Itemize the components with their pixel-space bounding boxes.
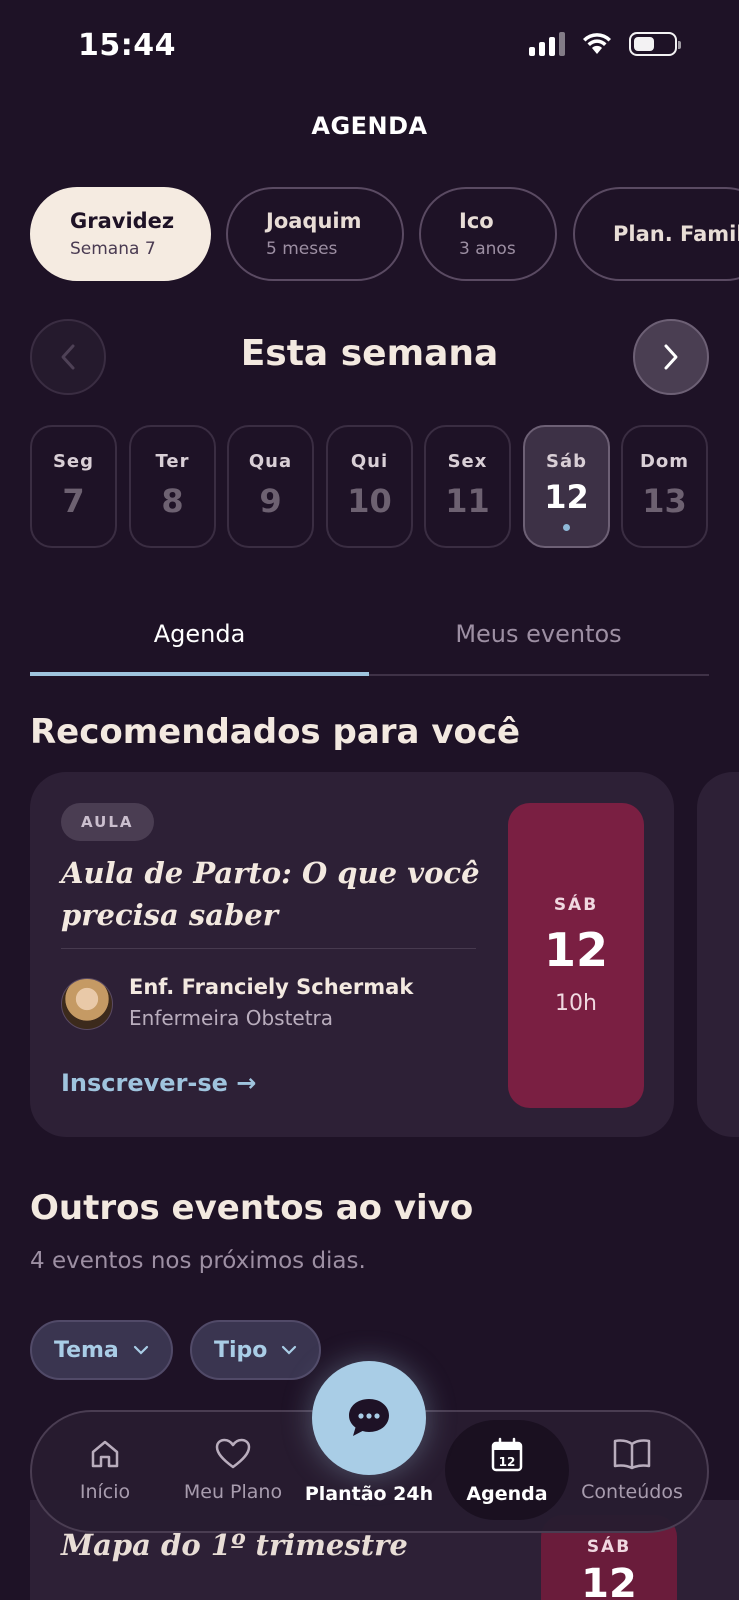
day-name: Sáb <box>546 451 587 472</box>
wifi-icon <box>583 33 611 54</box>
event-hour: 10h <box>555 991 597 1016</box>
nav-agenda[interactable]: 12 Agenda <box>447 1437 567 1505</box>
book-icon <box>613 1439 651 1470</box>
profile-name: Gravidez <box>70 209 175 233</box>
day-name: Sex <box>447 451 488 472</box>
plantao-24h-label[interactable]: Plantão 24h <box>289 1483 449 1505</box>
chat-bubble-icon <box>349 1399 389 1436</box>
event-date-box: SÁB 12 10h <box>508 803 644 1108</box>
event-type-badge: AULA <box>61 803 154 841</box>
next-week-button[interactable] <box>633 319 709 395</box>
event-title: Aula de Parto: O que você precisa saber <box>61 856 480 932</box>
profile-sub: Semana 7 <box>70 239 156 259</box>
day-seg[interactable]: Seg 7 <box>30 425 117 548</box>
day-name: Ter <box>155 451 190 472</box>
live-event-weekday: SÁB <box>586 1537 632 1557</box>
nav-label: Conteúdos <box>581 1481 683 1503</box>
speaker-role: Enfermeira Obstetra <box>129 1006 334 1030</box>
day-number: 7 <box>62 482 85 520</box>
day-number: 10 <box>347 482 392 520</box>
heart-icon <box>215 1438 251 1469</box>
live-event-title: Mapa do 1º trimestre <box>61 1528 408 1562</box>
home-icon <box>91 1440 119 1468</box>
status-icons <box>529 32 681 56</box>
day-number: 9 <box>259 482 282 520</box>
chevron-right-icon <box>664 344 678 370</box>
nav-label: Meu Plano <box>183 1481 283 1503</box>
live-event-day: 12 <box>581 1561 637 1600</box>
day-number: 12 <box>544 478 589 516</box>
tab-meus-eventos[interactable]: Meus eventos <box>369 620 708 648</box>
calendar-icon-day: 12 <box>499 1455 516 1469</box>
page-title: AGENDA <box>311 112 428 140</box>
event-day: 12 <box>543 923 608 977</box>
day-name: Qua <box>248 451 293 472</box>
profile-chip-plan-familiar[interactable]: Plan. Famili <box>573 187 739 281</box>
filter-tipo[interactable]: Tipo <box>190 1320 322 1380</box>
live-events-heading: Outros eventos ao vivo <box>30 1188 474 1228</box>
filter-label: Tema <box>54 1337 119 1363</box>
profile-sub: 5 meses <box>266 239 338 259</box>
day-number: 13 <box>642 482 687 520</box>
nav-conteudos[interactable]: Conteúdos <box>572 1437 692 1503</box>
day-sab[interactable]: Sáb 12 <box>523 425 610 548</box>
chevron-down-icon <box>282 1345 297 1355</box>
subscribe-link[interactable]: Inscrever-se → <box>61 1069 256 1097</box>
nav-label: Agenda <box>466 1483 548 1505</box>
day-ter[interactable]: Ter 8 <box>129 425 216 548</box>
plantao-24h-button[interactable] <box>312 1361 426 1475</box>
event-card-next-peek[interactable] <box>697 772 739 1137</box>
day-name: Seg <box>52 451 95 472</box>
battery-icon <box>629 32 681 56</box>
nav-meu-plano[interactable]: Meu Plano <box>173 1437 293 1503</box>
tab-active-indicator <box>30 672 369 676</box>
live-events-count: 4 eventos nos próximos dias. <box>30 1248 366 1274</box>
tab-agenda[interactable]: Agenda <box>30 620 369 648</box>
status-time: 15:44 <box>78 28 176 63</box>
profile-sub: 3 anos <box>459 239 516 259</box>
nav-label: Início <box>79 1481 131 1503</box>
filter-tema[interactable]: Tema <box>30 1320 173 1380</box>
profile-name: Plan. Famili <box>613 222 739 246</box>
day-number: 11 <box>445 482 490 520</box>
event-dot <box>563 524 570 531</box>
recommended-heading: Recomendados para você <box>30 712 521 752</box>
profile-name: Joaquim <box>266 209 362 233</box>
signal-icon <box>529 32 565 56</box>
day-sex[interactable]: Sex 11 <box>424 425 511 548</box>
card-divider <box>61 948 476 949</box>
day-name: Dom <box>639 451 690 472</box>
calendar-icon: 12 <box>491 1437 523 1472</box>
profile-name: Ico <box>459 209 494 233</box>
day-dom[interactable]: Dom 13 <box>621 425 708 548</box>
chevron-down-icon <box>133 1345 148 1355</box>
speaker-name: Enf. Franciely Schermak <box>129 975 414 999</box>
event-weekday: SÁB <box>553 895 599 915</box>
week-title: Esta semana <box>240 333 499 374</box>
day-number: 8 <box>161 482 184 520</box>
filter-label: Tipo <box>214 1337 268 1363</box>
profile-chip-joaquim[interactable]: Joaquim 5 meses <box>226 187 404 281</box>
day-name: Qui <box>350 451 389 472</box>
day-qua[interactable]: Qua 9 <box>227 425 314 548</box>
profile-chip-gravidez[interactable]: Gravidez Semana 7 <box>30 187 211 281</box>
day-qui[interactable]: Qui 10 <box>326 425 413 548</box>
profile-chip-ico[interactable]: Ico 3 anos <box>419 187 557 281</box>
nav-inicio[interactable]: Início <box>45 1437 165 1503</box>
avatar <box>61 978 113 1030</box>
